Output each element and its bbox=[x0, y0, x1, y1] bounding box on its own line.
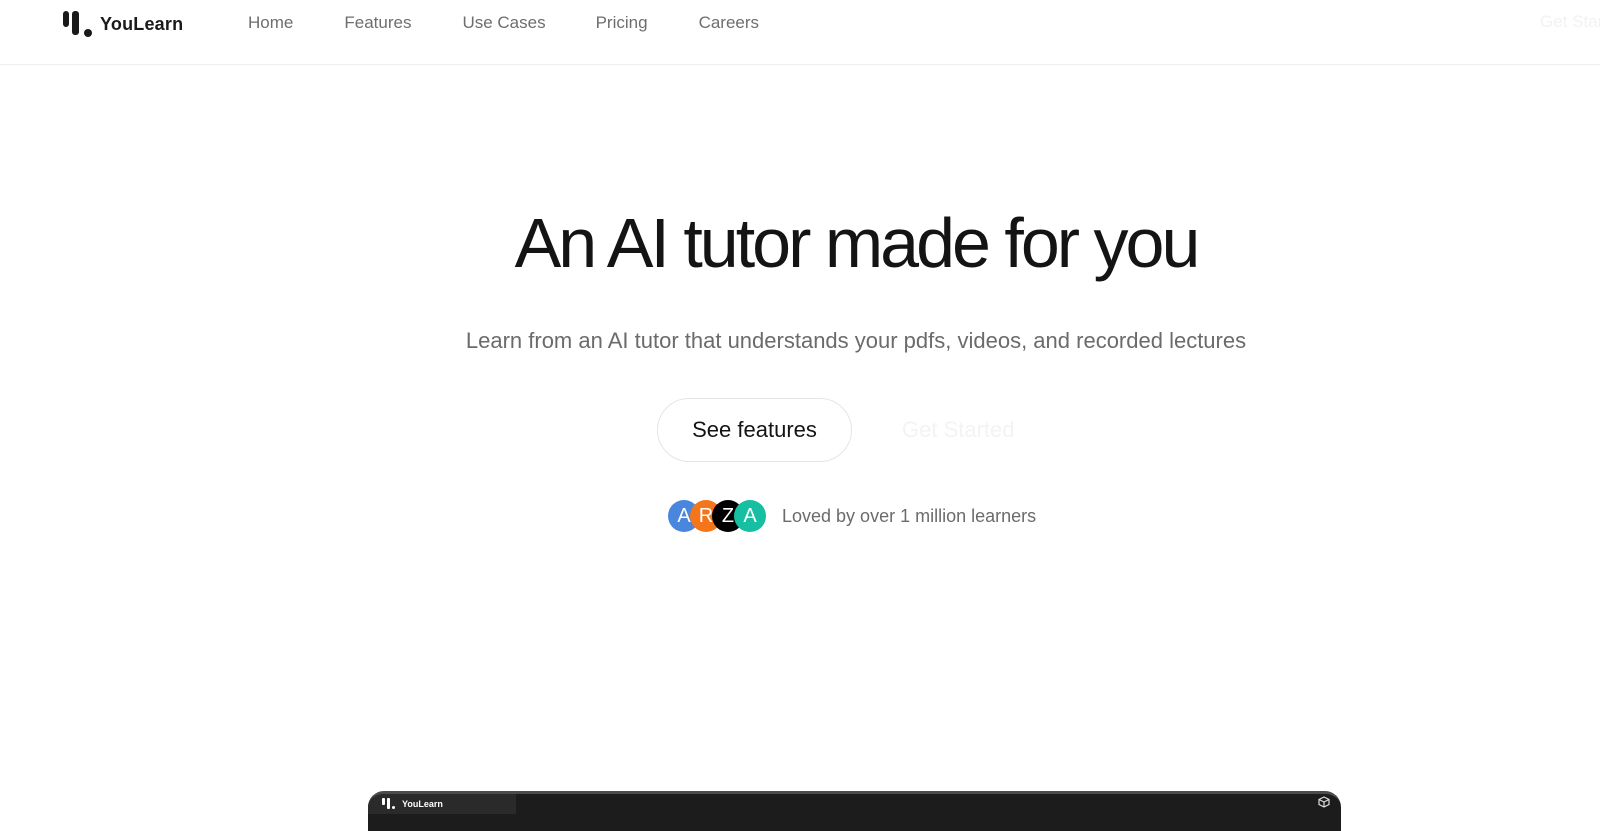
preview-tab: YouLearn bbox=[368, 794, 516, 814]
social-proof: A R Z A Loved by over 1 million learners bbox=[668, 500, 1036, 532]
get-started-button[interactable]: Get Started bbox=[902, 414, 1015, 446]
nav-link-use-cases[interactable]: Use Cases bbox=[462, 12, 545, 34]
nav-link-home[interactable]: Home bbox=[248, 12, 293, 34]
youlearn-logo-icon bbox=[62, 10, 94, 38]
brand-name: YouLearn bbox=[100, 13, 184, 34]
preview-app-title: YouLearn bbox=[402, 799, 443, 809]
nav-get-started-button[interactable]: Get Started bbox=[1540, 12, 1600, 32]
navbar: YouLearn Home Features Use Cases Pricing… bbox=[0, 0, 1600, 65]
nav-link-features[interactable]: Features bbox=[344, 12, 411, 34]
nav-links: Home Features Use Cases Pricing Careers bbox=[248, 12, 759, 34]
avatar-group: A R Z A bbox=[668, 500, 768, 532]
brand-logo[interactable]: YouLearn bbox=[62, 10, 183, 38]
avatar: A bbox=[734, 500, 766, 532]
hero-title: An AI tutor made for you bbox=[514, 204, 1201, 282]
youlearn-logo-icon bbox=[382, 798, 398, 810]
hero-subtitle: Learn from an AI tutor that understands … bbox=[465, 328, 1247, 353]
cube-icon bbox=[1317, 796, 1331, 810]
see-features-button[interactable]: See features bbox=[657, 398, 852, 462]
nav-link-careers[interactable]: Careers bbox=[699, 12, 759, 34]
app-preview-window: YouLearn bbox=[368, 791, 1341, 831]
social-proof-text: Loved by over 1 million learners bbox=[782, 505, 1037, 526]
nav-link-pricing[interactable]: Pricing bbox=[596, 12, 648, 34]
